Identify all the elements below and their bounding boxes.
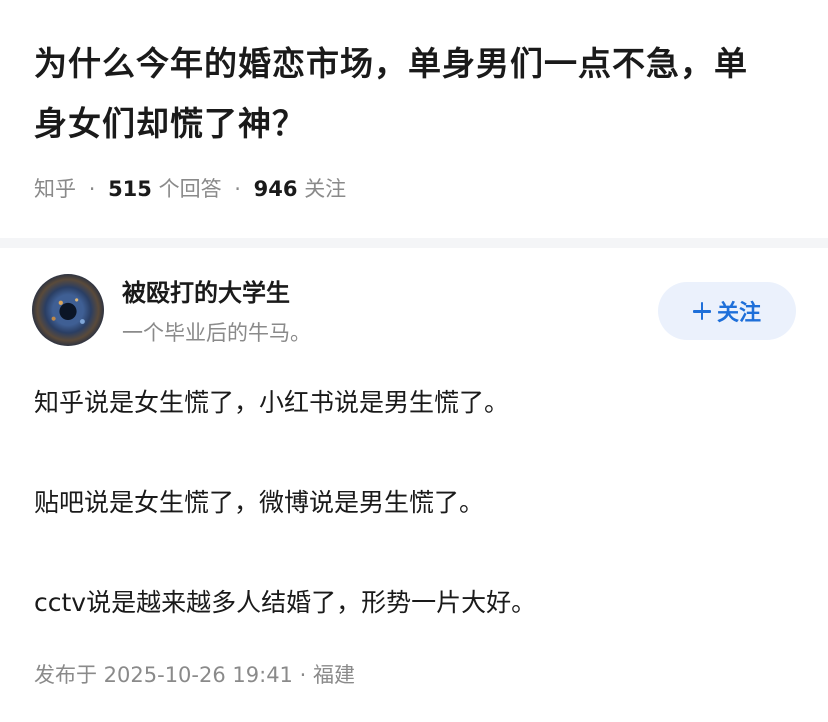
question-title[interactable]: 为什么今年的婚恋市场，单身男们一点不急，单身女们却慌了神？ [34, 34, 754, 154]
answer-card: 被殴打的大学生 一个毕业后的牛马。 关注 知乎说是女生慌了，小红书说是男生慌了。… [0, 248, 828, 722]
author-bio: 一个毕业后的牛马。 [122, 321, 311, 345]
section-divider [0, 238, 828, 248]
meta-separator: · [234, 177, 241, 201]
answer-paragraph: cctv说是越来越多人结婚了，形势一片大好。 [34, 588, 537, 617]
author-name[interactable]: 被殴打的大学生 [122, 276, 290, 310]
answer-count: 515 [108, 177, 152, 201]
follow-button[interactable]: 关注 [658, 282, 796, 340]
meta-separator: · [88, 177, 96, 201]
footer-separator: · [299, 663, 307, 687]
answer-paragraph: 知乎说是女生慌了，小红书说是男生慌了。 [34, 388, 510, 417]
author-avatar[interactable] [32, 274, 104, 346]
follow-button-label: 关注 [716, 300, 761, 325]
answer-paragraph: 贴吧说是女生慌了，微博说是男生慌了。 [34, 488, 485, 517]
source-label[interactable]: 知乎 [34, 177, 76, 201]
plus-icon [692, 302, 711, 320]
question-meta: 知乎 · 515 个回答 · 946 关注 [34, 172, 346, 206]
question-card: 为什么今年的婚恋市场，单身男们一点不急，单身女们却慌了神？ 知乎 · 515 个… [0, 0, 828, 238]
answer-footer: 发布于 2025-10-26 19:41 · 福建 [34, 658, 355, 692]
follower-count: 946 [253, 177, 298, 201]
publish-time: 发布于 2025-10-26 19:41 [34, 663, 293, 687]
ip-location: 福建 [312, 663, 355, 687]
answer-count-label: 个回答 [158, 177, 222, 201]
follower-count-label: 关注 [304, 177, 347, 201]
